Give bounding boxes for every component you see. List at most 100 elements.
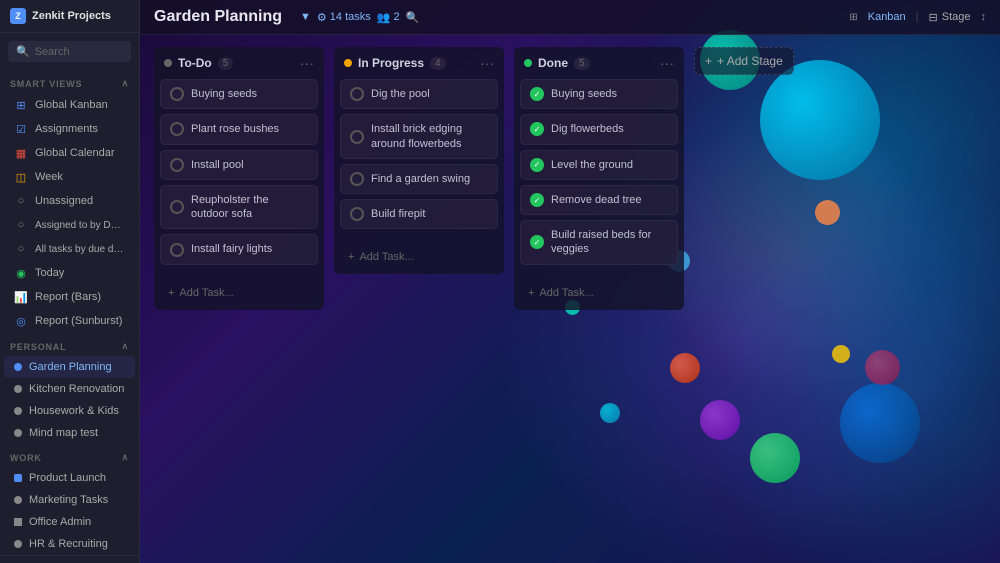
sidebar-item-garden-planning[interactable]: Garden Planning — [4, 356, 135, 378]
todo-dot — [164, 59, 172, 67]
members-badge[interactable]: 👥 2 — [377, 11, 400, 24]
column-done-footer: + Add Task... — [514, 276, 684, 310]
column-done-title: Done — [538, 56, 568, 70]
header-search-icon[interactable]: 🔍 — [406, 11, 420, 24]
search-container[interactable]: 🔍 — [8, 41, 131, 62]
card-remove-dead-tree[interactable]: Remove dead tree — [520, 185, 678, 215]
sidebar-item-label: Global Kanban — [35, 99, 108, 111]
card-raised-beds[interactable]: Build raised beds for veggies — [520, 220, 678, 265]
column-done-menu[interactable]: ··· — [660, 55, 674, 71]
card-plant-rose-bushes[interactable]: Plant rose bushes — [160, 114, 318, 144]
column-done: Done 5 ··· Buying seeds Dig flowerbeds L… — [514, 47, 684, 310]
sidebar-item-assigned-by-due[interactable]: ○ Assigned to by Due Date — [4, 213, 135, 237]
card-status-circle-done — [530, 235, 544, 249]
sidebar-item-all-tasks[interactable]: ○ All tasks by due date w/o completed — [4, 237, 135, 261]
card-title: Dig flowerbeds — [551, 122, 624, 136]
sidebar-item-assignments[interactable]: ☑ Assignments — [4, 117, 135, 141]
mind-map-dot — [14, 429, 22, 437]
sidebar-item-label: Unassigned — [35, 195, 93, 207]
sidebar-item-kitchen-renovation[interactable]: Kitchen Renovation — [4, 378, 135, 400]
sidebar-item-report-bars[interactable]: 📊 Report (Bars) — [4, 285, 135, 309]
card-reupholster-sofa[interactable]: Reupholster the outdoor sofa — [160, 185, 318, 230]
add-stage-button[interactable]: + + Add Stage — [694, 47, 794, 75]
assigned-icon: ○ — [14, 218, 28, 232]
search-input[interactable] — [35, 46, 123, 58]
card-install-pool[interactable]: Install pool — [160, 150, 318, 180]
sidebar-item-unassigned[interactable]: ○ Unassigned — [4, 189, 135, 213]
add-task-icon: + — [348, 251, 354, 263]
add-task-icon: + — [528, 287, 534, 299]
app-logo: Z — [10, 8, 26, 24]
page-header: Garden Planning ▼ ⚙ 14 tasks 👥 2 🔍 ⊞ Kan… — [140, 0, 1000, 35]
card-title: Plant rose bushes — [191, 122, 279, 136]
sidebar-item-label: HR & Recruiting — [29, 538, 108, 550]
personal-collapse-icon[interactable]: ∧ — [122, 341, 129, 352]
sidebar-item-product-launch[interactable]: Product Launch — [4, 467, 135, 489]
add-task-in-progress-button[interactable]: + Add Task... — [342, 246, 496, 268]
column-todo: To-Do 5 ··· Buying seeds Plant rose bush… — [154, 47, 324, 310]
column-in-progress-menu[interactable]: ··· — [480, 55, 494, 71]
sidebar-item-label: Global Calendar — [35, 147, 115, 159]
sidebar-item-global-calendar[interactable]: ▦ Global Calendar — [4, 141, 135, 165]
work-collapse-icon[interactable]: ∧ — [122, 452, 129, 463]
personal-section-header: PERSONAL ∧ — [0, 333, 139, 356]
filter-controls: ▼ ⚙ 14 tasks 👥 2 🔍 — [300, 11, 419, 24]
done-dot — [524, 59, 532, 67]
column-in-progress-footer: + Add Task... — [334, 240, 504, 274]
column-in-progress-title: In Progress — [358, 56, 424, 70]
card-status-circle-done — [530, 87, 544, 101]
sidebar-item-label: Week — [35, 171, 63, 183]
card-garden-swing[interactable]: Find a garden swing — [340, 164, 498, 194]
column-done-header: Done 5 ··· — [514, 47, 684, 77]
filter-icon[interactable]: ▼ — [300, 11, 311, 23]
sidebar-item-label: Report (Bars) — [35, 291, 101, 303]
sidebar-item-report-sunburst[interactable]: ◎ Report (Sunburst) — [4, 309, 135, 333]
sidebar-item-week[interactable]: ◫ Week — [4, 165, 135, 189]
card-title: Buying seeds — [191, 87, 257, 101]
tasks-count-badge[interactable]: ⚙ 14 tasks — [317, 11, 371, 24]
stage-icon: ⊟ — [929, 11, 938, 24]
sidebar-item-housework-kids[interactable]: Housework & Kids — [4, 400, 135, 422]
card-title: Build raised beds for veggies — [551, 228, 668, 257]
sidebar-item-marketing-tasks[interactable]: Marketing Tasks — [4, 489, 135, 511]
card-status-circle-done — [530, 158, 544, 172]
assignments-icon: ☑ — [14, 122, 28, 136]
stage-view-button[interactable]: ⊟ Stage — [929, 11, 971, 24]
card-dig-flowerbeds[interactable]: Dig flowerbeds — [520, 114, 678, 144]
card-dig-pool[interactable]: Dig the pool — [340, 79, 498, 109]
card-install-brick-edging[interactable]: Install brick edging around flowerbeds — [340, 114, 498, 159]
card-title: Install brick edging around flowerbeds — [371, 122, 488, 151]
card-install-fairy-lights[interactable]: Install fairy lights — [160, 234, 318, 264]
kanban-view-button[interactable]: Kanban — [868, 11, 906, 23]
sidebar-item-mind-map[interactable]: Mind map test — [4, 422, 135, 444]
sidebar-item-label: Assigned to by Due Date — [35, 220, 125, 231]
calendar-icon: ▦ — [14, 146, 28, 160]
card-buying-seeds[interactable]: Buying seeds — [160, 79, 318, 109]
card-level-ground[interactable]: Level the ground — [520, 150, 678, 180]
card-buying-seeds-done[interactable]: Buying seeds — [520, 79, 678, 109]
members-icon: 👥 — [377, 11, 391, 24]
sidebar-item-label: Assignments — [35, 123, 98, 135]
card-status-circle — [170, 200, 184, 214]
add-task-done-button[interactable]: + Add Task... — [522, 282, 676, 304]
sidebar-item-global-kanban[interactable]: ⊞ Global Kanban — [4, 93, 135, 117]
search-icon: 🔍 — [16, 45, 30, 58]
smart-views-collapse-icon[interactable]: ∧ — [122, 78, 129, 89]
sidebar-item-label: All tasks by due date w/o completed — [35, 244, 125, 255]
column-todo-menu[interactable]: ··· — [300, 55, 314, 71]
column-in-progress-cards: Dig the pool Install brick edging around… — [334, 77, 504, 240]
kanban-board: To-Do 5 ··· Buying seeds Plant rose bush… — [140, 35, 1000, 563]
column-in-progress-header: In Progress 4 ··· — [334, 47, 504, 77]
sidebar-item-today[interactable]: ◉ Today — [4, 261, 135, 285]
personal-list: Garden Planning Kitchen Renovation House… — [0, 356, 139, 444]
card-build-firepit[interactable]: Build firepit — [340, 199, 498, 229]
sidebar-item-hr-recruiting[interactable]: HR & Recruiting — [4, 533, 135, 555]
main-content: Garden Planning ▼ ⚙ 14 tasks 👥 2 🔍 ⊞ Kan… — [140, 0, 1000, 563]
sort-button[interactable]: ↕ — [981, 11, 987, 23]
sidebar-item-office-admin[interactable]: Office Admin — [4, 511, 135, 533]
card-status-circle-done — [530, 122, 544, 136]
sidebar-item-label: Marketing Tasks — [29, 494, 108, 506]
sidebar-bottom: 👤 ✦ 🔔 📈 — [0, 555, 139, 563]
column-done-cards: Buying seeds Dig flowerbeds Level the gr… — [514, 77, 684, 276]
add-task-todo-button[interactable]: + Add Task... — [162, 282, 316, 304]
